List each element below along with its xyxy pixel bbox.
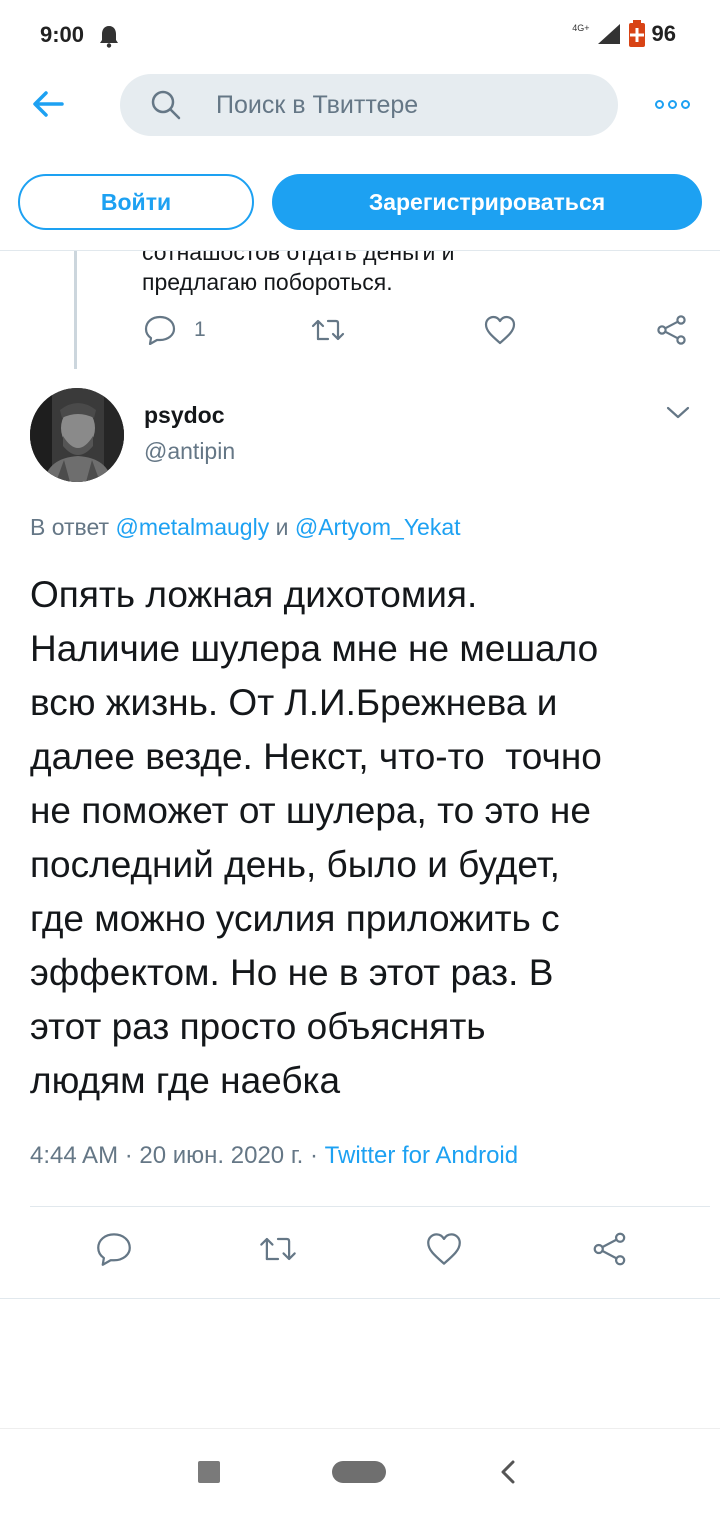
search-input[interactable]: Поиск в Твиттере	[120, 74, 618, 136]
comment-icon	[144, 315, 176, 345]
meta-divider	[30, 1206, 710, 1207]
battery-level: 96	[651, 21, 676, 46]
notification-bell-icon	[100, 26, 118, 48]
meta-separator: ·	[124, 1142, 133, 1169]
share-button[interactable]	[656, 315, 688, 345]
reply-button[interactable]: 1	[144, 315, 206, 345]
retweet-icon	[311, 319, 345, 341]
status-bar: 9:00 4G+ 96	[0, 0, 720, 72]
comment-icon	[97, 1233, 131, 1266]
system-back-button[interactable]	[494, 1457, 522, 1487]
auth-buttons: Войти Зарегистрироваться	[0, 172, 720, 232]
status-indicators: 4G+ 96	[572, 20, 676, 48]
signup-button[interactable]: Зарегистрироваться	[272, 174, 702, 230]
share-icon	[657, 315, 686, 345]
more-dots-icon	[680, 99, 690, 109]
arrow-left-icon	[33, 91, 64, 117]
previous-tweet[interactable]: сотнашостов отдать деньги и предлагаю по…	[0, 251, 720, 381]
home-button[interactable]	[332, 1461, 386, 1483]
mention-link[interactable]: @Artyom_Yekat	[295, 514, 461, 540]
retweet-button[interactable]	[258, 1232, 298, 1266]
retweet-button[interactable]	[310, 315, 346, 345]
back-button[interactable]	[26, 82, 70, 126]
author-name[interactable]: psydoc	[144, 402, 225, 429]
tweet-bottom-divider	[0, 1298, 720, 1299]
previous-tweet-text: предлагаю побороться.	[142, 269, 393, 295]
search-icon	[151, 90, 181, 120]
tweet-actions	[0, 1232, 720, 1276]
tweet-menu-button[interactable]	[664, 400, 692, 424]
author-handle[interactable]: @antipin	[144, 438, 235, 465]
like-button[interactable]	[484, 315, 516, 345]
reply-button[interactable]	[96, 1232, 132, 1266]
top-header: Поиск в Твиттере	[0, 72, 720, 152]
tweet-source-link[interactable]: Twitter for Android	[325, 1142, 518, 1169]
more-dots-icon	[654, 99, 664, 109]
login-button[interactable]: Войти	[18, 174, 254, 230]
like-button[interactable]	[426, 1232, 462, 1266]
reply-to-line: В ответ @metalmaugly и @Artyom_Yekat	[30, 514, 461, 541]
heart-icon	[427, 1233, 461, 1265]
battery-icon	[628, 20, 645, 47]
heart-icon	[484, 315, 516, 345]
signal-icon	[597, 24, 620, 44]
search-placeholder: Поиск в Твиттере	[216, 90, 419, 119]
reply-conjunction: и	[275, 514, 289, 540]
avatar[interactable]	[30, 388, 124, 482]
tweet-time: 4:44 AM	[30, 1142, 119, 1169]
mention-link[interactable]: @metalmaugly	[115, 514, 269, 540]
retweet-icon	[260, 1237, 296, 1261]
network-type-label: 4G+	[572, 23, 590, 33]
previous-tweet-cut-text: сотнашостов отдать деньги и	[142, 251, 455, 265]
status-time: 9:00	[40, 22, 85, 47]
share-button[interactable]	[592, 1232, 628, 1266]
more-options-button[interactable]	[650, 92, 694, 116]
reply-prefix: В ответ	[30, 514, 110, 540]
chevron-down-icon	[666, 406, 690, 419]
tweet-date: 20 июн. 2020 г.	[139, 1142, 304, 1169]
chevron-left-icon	[501, 1460, 515, 1484]
tweet-text: Опять ложная дихотомия. Наличие шулера м…	[30, 574, 602, 1101]
meta-separator: ·	[310, 1142, 318, 1169]
previous-tweet-actions: 1	[0, 315, 720, 355]
tweet-meta: 4:44 AM · 20 июн. 2020 г. · Twitter for …	[30, 1142, 518, 1170]
more-dots-icon	[667, 99, 677, 109]
reply-count: 1	[194, 318, 206, 341]
recents-button[interactable]	[198, 1461, 220, 1483]
avatar-photo	[30, 388, 124, 482]
share-icon	[593, 1232, 626, 1266]
system-nav-bar	[0, 1429, 720, 1520]
